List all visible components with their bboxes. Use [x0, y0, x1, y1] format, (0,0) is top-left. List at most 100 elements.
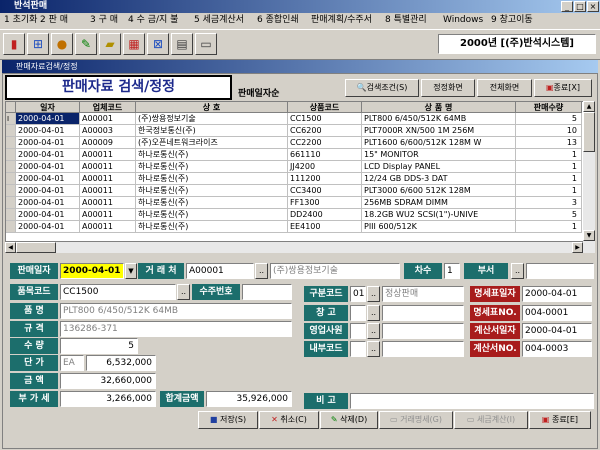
grid-cell[interactable]: 18.2GB WU2 SCSI(1")-UNIVE — [362, 209, 516, 221]
close-top-button[interactable]: ▣종료[X] — [534, 79, 592, 97]
sales-rep-code-field[interactable] — [350, 323, 366, 339]
row-indicator[interactable] — [6, 137, 16, 149]
maximize-button[interactable]: □ — [574, 1, 586, 12]
row-indicator[interactable] — [6, 221, 16, 233]
grid-cell[interactable]: CC6200 — [288, 125, 362, 137]
save-button[interactable]: ■ 저장(S) — [198, 411, 258, 429]
grid-cell[interactable]: 하나로통신(주) — [136, 221, 288, 233]
grid-cell[interactable]: 15" MONITOR — [362, 149, 516, 161]
tree-icon[interactable]: ⊞ — [27, 33, 49, 55]
full-view-button[interactable]: 전체화면 — [477, 79, 532, 97]
grid-cell[interactable]: CC3400 — [288, 185, 362, 197]
row-indicator[interactable] — [6, 197, 16, 209]
qty-field[interactable]: 5 — [60, 338, 138, 354]
menu-purchase[interactable]: 3 구 매 — [90, 13, 118, 28]
grid-cell[interactable]: 1 — [516, 149, 582, 161]
menu-windows[interactable]: Windows — [443, 13, 483, 28]
col-header[interactable]: 상 품 명 — [362, 102, 516, 113]
grid-cell[interactable]: 하나로통신(주) — [136, 185, 288, 197]
col-header[interactable]: 업체코드 — [80, 102, 136, 113]
globe-icon[interactable]: ● — [51, 33, 73, 55]
grid-cell[interactable]: 1 — [516, 161, 582, 173]
col-header[interactable]: 일자 — [16, 102, 80, 113]
grid-cell[interactable]: 1 — [516, 173, 582, 185]
customer-lookup-button[interactable]: .. — [255, 263, 268, 279]
scroll-down-icon[interactable]: ▼ — [583, 230, 595, 241]
order-no-field[interactable] — [242, 284, 292, 300]
grid-cell[interactable]: A00011 — [80, 149, 136, 161]
scroll-left-icon[interactable]: ◀ — [5, 242, 16, 253]
col-header[interactable]: 상 호 — [136, 102, 288, 113]
customer-code-field[interactable]: A00001 — [186, 263, 254, 279]
grid-cell[interactable]: 256MB SDRAM DIMM — [362, 197, 516, 209]
col-header[interactable]: 판매수량 — [516, 102, 582, 113]
tax-invoice-button[interactable]: ▭ 세금계산(I) — [454, 411, 528, 429]
trade-statement-button[interactable]: ▭ 거래명세(G) — [379, 411, 453, 429]
grid-horizontal-scrollbar[interactable]: ◀ ▶ — [5, 242, 583, 253]
grid-cell[interactable]: 1 — [516, 221, 582, 233]
grid-cell[interactable]: 2000-04-01 — [16, 185, 80, 197]
tax-date-field[interactable]: 2000-04-01 — [522, 323, 592, 339]
grid-cell[interactable]: 661110 — [288, 149, 362, 161]
calendar-icon[interactable]: ▦ — [123, 33, 145, 55]
grid-cell[interactable]: (주)쌍용정보기술 — [136, 113, 288, 125]
grid-cell[interactable]: 하나로통신(주) — [136, 149, 288, 161]
grid-cell[interactable]: PIII 600/512K — [362, 221, 516, 233]
grid-cell[interactable]: 하나로통신(주) — [136, 173, 288, 185]
grid-cell[interactable]: EE4100 — [288, 221, 362, 233]
calculator-icon[interactable]: ▤ — [171, 33, 193, 55]
grid-cell[interactable]: 2000-04-01 — [16, 137, 80, 149]
close-bottom-button[interactable]: ▣ 종료[E] — [529, 411, 591, 429]
menu-tax-invoice[interactable]: 5 세금계산서 — [194, 13, 244, 28]
item-lookup-button[interactable]: .. — [177, 284, 190, 300]
date-dropdown-icon[interactable]: ▼ — [125, 263, 137, 279]
cancel-button[interactable]: ✕ 취소(C) — [259, 411, 319, 429]
grid-cell[interactable]: 2000-04-01 — [16, 209, 80, 221]
type-code-field[interactable]: 01 — [350, 286, 366, 302]
network-icon[interactable]: ⊠ — [147, 33, 169, 55]
internal-code-field[interactable] — [350, 341, 366, 357]
grid-cell[interactable]: 5 — [516, 209, 582, 221]
grid-cell[interactable]: JJ4200 — [288, 161, 362, 173]
grid-cell[interactable]: 12/24 GB DDS-3 DAT — [362, 173, 516, 185]
grid-cell[interactable]: DD2400 — [288, 209, 362, 221]
menu-init[interactable]: 1 초기화 — [4, 13, 37, 28]
grid-cell[interactable]: (주)오픈네트워크라이즈 — [136, 137, 288, 149]
grid-cell[interactable]: 111200 — [288, 173, 362, 185]
close-button[interactable]: × — [587, 1, 599, 12]
menu-print[interactable]: 6 종합인쇄 — [257, 13, 299, 28]
row-indicator[interactable] — [6, 149, 16, 161]
grid-cell[interactable]: 2000-04-01 — [16, 113, 80, 125]
grid-cell[interactable]: A00011 — [80, 161, 136, 173]
tax-no-field[interactable]: 004-0003 — [522, 341, 592, 357]
stmt-no-field[interactable]: 004-0001 — [522, 305, 592, 321]
stmt-date-field[interactable]: 2000-04-01 — [522, 286, 592, 302]
row-indicator[interactable] — [6, 173, 16, 185]
grid-cell[interactable]: CC1500 — [288, 113, 362, 125]
search-button[interactable]: 🔍검색조건(S) — [345, 79, 419, 97]
amount-field[interactable]: 32,660,000 — [60, 373, 156, 389]
row-indicator[interactable] — [6, 209, 16, 221]
grid-cell[interactable]: 2000-04-01 — [16, 149, 80, 161]
scroll-thumb[interactable] — [583, 112, 595, 152]
grid-cell[interactable]: 하나로통신(주) — [136, 161, 288, 173]
seq-field[interactable]: 1 — [444, 263, 460, 279]
row-indicator[interactable] — [6, 161, 16, 173]
memo-field[interactable] — [350, 393, 594, 409]
grid-cell[interactable]: PLT1600 6/600/512K 128M W — [362, 137, 516, 149]
menu-warehouse[interactable]: 9 창고이동 — [491, 13, 533, 28]
grid-cell[interactable]: 1 — [516, 185, 582, 197]
scroll-up-icon[interactable]: ▲ — [583, 101, 595, 112]
grid-cell[interactable]: PLT7000R XN/500 1M 256M — [362, 125, 516, 137]
grid-cell[interactable]: 2000-04-01 — [16, 173, 80, 185]
price-field[interactable]: 6,532,000 — [86, 355, 156, 371]
exit-icon[interactable]: ▮ — [3, 33, 25, 55]
grid-cell[interactable]: 하나로통신(주) — [136, 209, 288, 221]
dept-lookup-button[interactable]: .. — [511, 263, 524, 279]
edit-icon[interactable]: ✎ — [75, 33, 97, 55]
scroll-right-icon[interactable]: ▶ — [572, 242, 583, 253]
vat-field[interactable]: 3,266,000 — [60, 391, 156, 407]
grid-cell[interactable]: 2000-04-01 — [16, 197, 80, 209]
grid-cell[interactable]: A00001 — [80, 113, 136, 125]
grid-cell[interactable]: 2000-04-01 — [16, 125, 80, 137]
